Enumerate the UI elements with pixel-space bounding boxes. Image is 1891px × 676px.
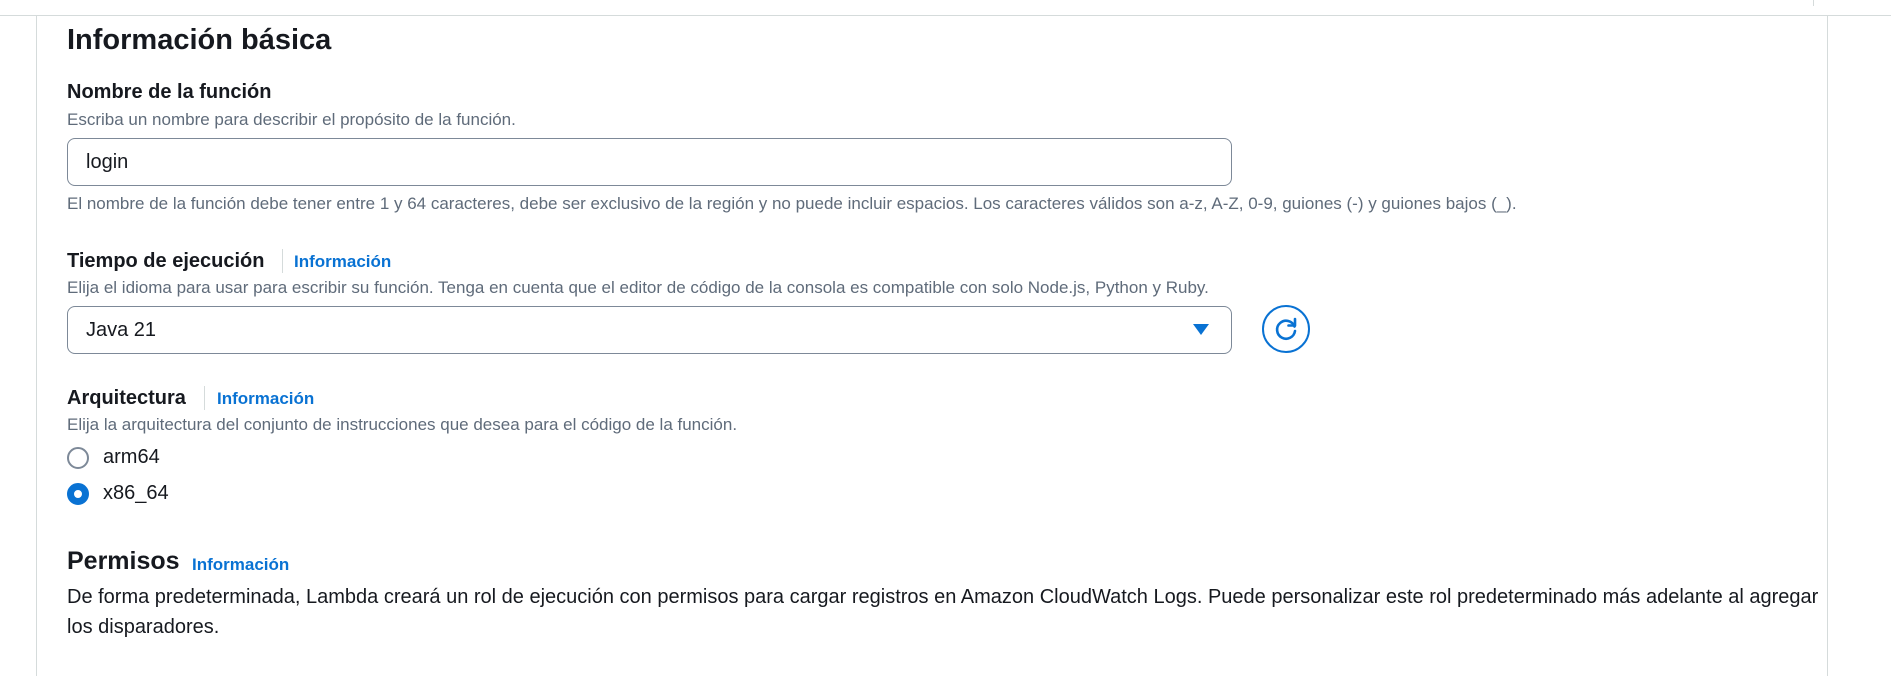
radio-arm64[interactable] [67,447,89,469]
function-name-label: Nombre de la función [67,81,272,103]
refresh-button[interactable] [1262,305,1310,353]
permissions-description: De forma predeterminada, Lambda creará u… [67,586,1819,638]
permissions-info-link[interactable]: Información [192,555,289,575]
runtime-description: Elija el idioma para usar para escribir … [67,278,1209,297]
radio-arm64-label[interactable]: arm64 [103,446,160,469]
refresh-icon [1275,317,1297,340]
architecture-description: Elija la arquitectura del conjunto de in… [67,415,738,434]
function-name-input[interactable]: login [67,138,1232,186]
runtime-label-separator [282,249,283,273]
radio-x86-64-label[interactable]: x86_64 [103,482,169,505]
runtime-selected-value: Java 21 [86,318,157,341]
architecture-label-separator [204,386,205,410]
function-name-constraint: El nombre de la función debe tener entre… [67,194,1517,213]
architecture-info-link[interactable]: Información [217,389,314,409]
function-name-description: Escriba un nombre para describir el prop… [67,110,516,129]
function-name-value: login [86,150,129,173]
radio-x86-64[interactable] [67,483,89,505]
caret-down-icon [1193,324,1209,335]
runtime-info-link[interactable]: Información [294,252,391,272]
architecture-label: Arquitectura [67,387,186,409]
section-title: Información básica [67,24,332,56]
runtime-label: Tiempo de ejecución [67,250,265,272]
runtime-select[interactable]: Java 21 [67,306,1232,354]
permissions-title: Permisos [67,547,180,575]
top-divider-tick [1813,0,1814,6]
